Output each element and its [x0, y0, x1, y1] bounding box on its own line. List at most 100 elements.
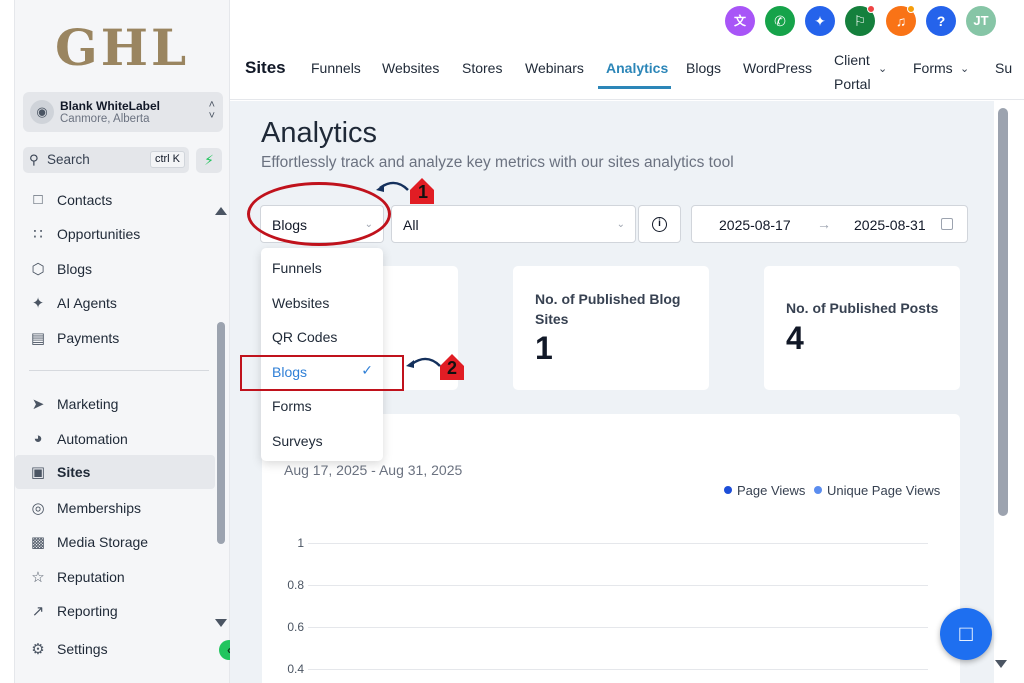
legend-label: Unique Page Views: [827, 483, 941, 498]
phone-icon[interactable]: ✆: [765, 6, 795, 36]
y-tick-label: 0.6: [287, 620, 304, 634]
sidebar-item-reporting[interactable]: ↗ Reporting: [15, 595, 215, 627]
blogs-icon: ⬡: [31, 261, 45, 278]
account-switcher[interactable]: ◉ Blank WhiteLabel Canmore, Alberta ˄ ˅: [23, 92, 223, 132]
sites-icon: ▣: [30, 464, 46, 481]
settings-icon: ⚙: [31, 641, 45, 658]
option-label: Surveys: [272, 433, 323, 449]
option-label: Forms: [272, 398, 312, 414]
date-range-picker[interactable]: 2025-08-17 → 2025-08-31: [691, 205, 968, 243]
main-scrollbar[interactable]: [998, 108, 1008, 516]
y-tick-label: 0.8: [287, 578, 304, 592]
tab-stores[interactable]: Stores: [462, 60, 502, 76]
tab-analytics[interactable]: Analytics: [606, 60, 668, 76]
tab-surveys[interactable]: Su: [995, 60, 1012, 76]
account-avatar-icon: ◉: [30, 100, 54, 124]
step-badge-1: 1: [417, 182, 428, 202]
payments-icon: ▤: [30, 330, 46, 347]
legend-label: Page Views: [737, 483, 806, 498]
sidebar-item-sites[interactable]: ▣ Sites: [15, 455, 215, 489]
info-button[interactable]: i: [638, 205, 681, 243]
sidebar-item-label: Automation: [57, 431, 128, 447]
stat-label: No. of Published Posts: [786, 300, 939, 316]
site-select[interactable]: All ⌄: [391, 205, 636, 243]
gridline: [308, 585, 928, 586]
notification-dot: [867, 5, 875, 13]
sidebar-item-media-storage[interactable]: ▩ Media Storage: [15, 526, 215, 558]
chevron-down-icon: ⌄: [616, 219, 625, 230]
page-subtitle: Effortlessly track and analyze key metri…: [261, 154, 734, 171]
active-tab-indicator: [598, 86, 671, 89]
sidebar-item-blogs[interactable]: ⬡ Blogs: [15, 253, 215, 285]
stat-value: 4: [786, 320, 804, 356]
sidebar-item-automation[interactable]: ◕ Automation: [15, 423, 215, 455]
sidebar-item-opportunities[interactable]: ∷ Opportunities: [15, 218, 215, 250]
sidebar-item-memberships[interactable]: ◎ Memberships: [15, 492, 215, 524]
legend-dot: [814, 486, 822, 494]
tab-client-portal-line2: Portal: [834, 76, 871, 92]
ai-agents-icon: ✦: [31, 295, 45, 312]
alert-dot: [907, 5, 915, 13]
tab-webinars[interactable]: Webinars: [525, 60, 584, 76]
memberships-icon: ◎: [31, 500, 45, 517]
legend-unique-page-views[interactable]: Unique Page Views: [814, 483, 940, 498]
stat-card-published-posts: No. of Published Posts 4: [764, 266, 960, 390]
tab-client-portal[interactable]: Client Portal: [834, 48, 871, 96]
dropdown-option-surveys[interactable]: Surveys: [261, 423, 383, 457]
step-badge-2: 2: [446, 358, 457, 378]
option-label: QR Codes: [272, 329, 338, 345]
sidebar-item-reputation[interactable]: ☆ Reputation: [15, 561, 215, 593]
dropdown-option-qr-codes[interactable]: QR Codes: [261, 319, 383, 353]
chat-widget-icon[interactable]: □: [940, 608, 992, 660]
gridline: [308, 669, 928, 670]
sidebar-item-contacts[interactable]: □ Contacts: [15, 184, 215, 216]
sidebar-item-ai-agents[interactable]: ✦ AI Agents: [15, 287, 215, 319]
quick-action-bolt-icon[interactable]: ⚡: [196, 148, 222, 173]
tab-forms[interactable]: Forms: [913, 60, 953, 76]
tab-websites[interactable]: Websites: [382, 60, 439, 76]
tab-wordpress[interactable]: WordPress: [743, 60, 812, 76]
search-input[interactable]: ⚲ Search ctrl K: [23, 147, 189, 173]
start-date: 2025-08-17: [719, 217, 791, 233]
dropdown-option-websites[interactable]: Websites: [261, 285, 383, 319]
sidebar-scroll-down-icon[interactable]: [215, 619, 227, 627]
option-label: Funnels: [272, 260, 322, 276]
y-tick-label: 0.4: [287, 662, 304, 676]
calendar-icon: [941, 218, 953, 230]
sidebar-scroll-up-icon[interactable]: [215, 207, 227, 215]
option-label: Websites: [272, 295, 330, 311]
help-icon[interactable]: ?: [926, 6, 956, 36]
tab-client-portal-line1: Client: [834, 52, 870, 68]
main-scroll-down-icon[interactable]: [995, 660, 1007, 668]
sparkle-icon[interactable]: ✦: [805, 6, 835, 36]
stat-value: 1: [535, 330, 553, 366]
reporting-icon: ↗: [31, 603, 45, 620]
legend-page-views[interactable]: Page Views: [724, 483, 805, 498]
translate-icon[interactable]: 文: [725, 6, 755, 36]
sidebar-item-label: AI Agents: [57, 295, 117, 311]
tab-funnels[interactable]: Funnels: [311, 60, 361, 76]
sidebar-item-payments[interactable]: ▤ Payments: [15, 322, 215, 354]
legend-dot: [724, 486, 732, 494]
media-storage-icon: ▩: [30, 534, 46, 551]
page-title: Analytics: [261, 117, 378, 149]
marketing-icon: ➤: [31, 396, 45, 413]
opportunities-icon: ∷: [33, 226, 43, 243]
search-icon: ⚲: [29, 152, 39, 167]
sidebar-scrollbar[interactable]: [217, 322, 225, 544]
stat-card-blog-sites: No. of Published Blog Sites 1: [513, 266, 709, 390]
info-icon: i: [652, 217, 667, 233]
sidebar-item-label: Reporting: [57, 603, 118, 619]
chevron-updown-icon: ˄ ˅: [208, 99, 215, 122]
tab-blogs[interactable]: Blogs: [686, 60, 721, 76]
chart-date-range: Aug 17, 2025 - Aug 31, 2025: [284, 462, 463, 478]
dropdown-option-forms[interactable]: Forms: [261, 388, 383, 422]
dropdown-option-funnels[interactable]: Funnels: [261, 250, 383, 284]
automation-icon: ◕: [33, 430, 43, 447]
sidebar-item-marketing[interactable]: ➤ Marketing: [15, 388, 215, 420]
reputation-icon: ☆: [31, 569, 45, 586]
brand-logo[interactable]: GHL: [55, 18, 189, 77]
sidebar-item-settings[interactable]: ⚙ Settings: [15, 633, 215, 665]
sidebar-item-label: Sites: [57, 464, 91, 480]
user-avatar[interactable]: JT: [966, 6, 996, 36]
